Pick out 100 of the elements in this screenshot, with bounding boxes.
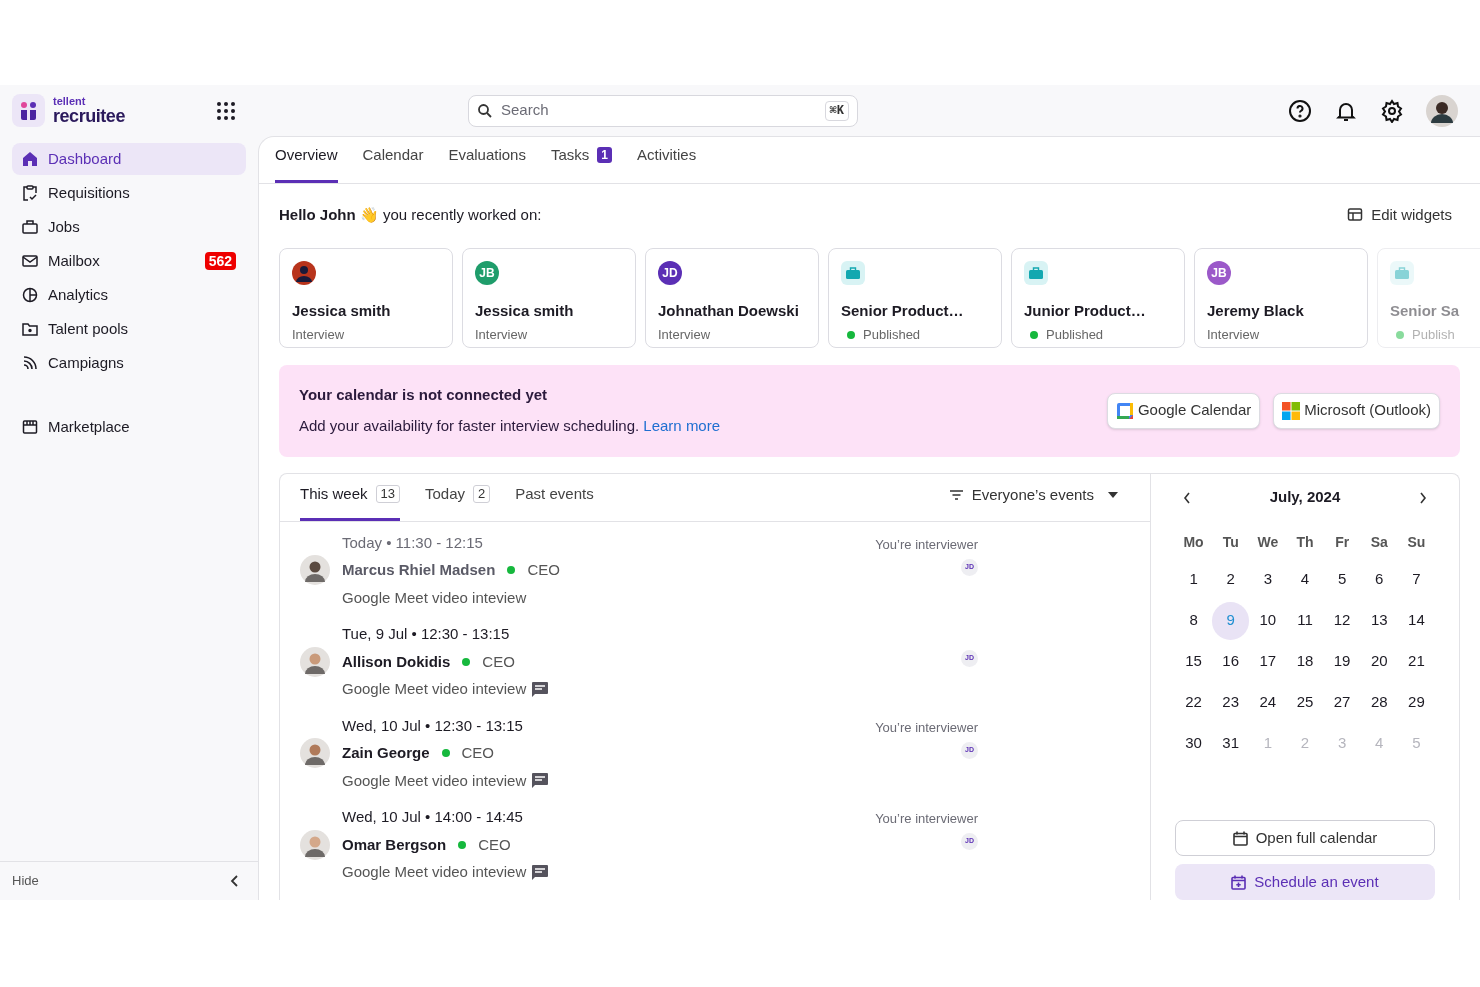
learn-more-link[interactable]: Learn more xyxy=(643,416,721,434)
briefcase-icon xyxy=(1024,260,1048,285)
open-calendar-button[interactable]: Open full calendar xyxy=(1175,820,1435,856)
collapse-chevron-icon[interactable] xyxy=(230,874,240,887)
calendar-day[interactable]: 25 xyxy=(1286,683,1324,722)
calendar-day[interactable]: 11 xyxy=(1286,601,1324,640)
calendar-day[interactable]: 3 xyxy=(1249,560,1287,599)
calendar-day[interactable]: 13 xyxy=(1360,601,1398,640)
brand-tagline: tellent xyxy=(53,96,87,107)
calendar-day[interactable]: 17 xyxy=(1249,642,1287,681)
help-icon[interactable] xyxy=(1288,98,1312,123)
calendar-day[interactable]: 21 xyxy=(1397,642,1435,681)
logo-icon xyxy=(12,94,45,127)
next-month-icon[interactable] xyxy=(1419,491,1427,504)
calendar-day[interactable]: 12 xyxy=(1323,601,1361,640)
sidebar-item[interactable]: Talent pools xyxy=(12,313,246,345)
comment-icon[interactable] xyxy=(532,864,549,880)
card-subtitle: Publish xyxy=(1412,326,1455,344)
search-input[interactable]: Search xyxy=(501,99,817,122)
search-field[interactable]: Search ⌘K xyxy=(468,94,858,127)
sidebar-item[interactable]: Requisitions xyxy=(12,177,246,209)
card-subtitle: Interview xyxy=(292,326,345,344)
calendar-day[interactable]: 15 xyxy=(1175,642,1213,681)
recent-card[interactable]: JB Jeremy Black Interview xyxy=(1194,247,1368,348)
recent-card[interactable]: Senior Product… Published xyxy=(828,247,1002,348)
calendar-day[interactable]: 4 xyxy=(1286,560,1324,599)
pie-chart-icon xyxy=(22,287,38,303)
tab[interactable]: Today 2 xyxy=(425,483,491,521)
tab[interactable]: Past events xyxy=(515,483,594,521)
calendar-day[interactable]: 2 xyxy=(1212,560,1250,599)
weekday-label: We xyxy=(1256,532,1280,552)
sidebar-item[interactable]: Analytics xyxy=(12,279,246,311)
weekday-label: Sa xyxy=(1369,532,1389,552)
home-icon xyxy=(22,151,38,167)
candidate-name[interactable]: Marcus Rhiel Madsen xyxy=(342,559,496,582)
user-avatar[interactable] xyxy=(1426,94,1458,127)
recent-card[interactable]: JB Jessica smith Interview xyxy=(462,247,636,348)
recent-card[interactable]: Jessica smith Interview xyxy=(279,247,453,348)
four-squares-icon xyxy=(1282,401,1301,420)
widgets-icon xyxy=(1347,207,1364,224)
edit-widgets-button[interactable]: Edit widgets xyxy=(1347,204,1452,227)
calendar-day[interactable]: 16 xyxy=(1212,642,1250,681)
tab[interactable]: Calendar xyxy=(362,143,424,183)
mail-icon xyxy=(22,253,38,269)
candidate-name[interactable]: Omar Bergson xyxy=(342,833,447,856)
settings-icon[interactable] xyxy=(1380,98,1404,123)
comment-icon[interactable] xyxy=(532,773,549,789)
tab[interactable]: Overview xyxy=(275,143,338,183)
sidebar-item[interactable]: Mailbox 562 xyxy=(12,245,246,277)
candidate-name[interactable]: Allison Dokidis xyxy=(342,650,451,673)
tab[interactable]: Evaluations xyxy=(448,143,526,183)
tab[interactable]: Tasks 1 xyxy=(550,143,612,183)
calendar-day[interactable]: 20 xyxy=(1360,642,1398,681)
hide-sidebar-label[interactable]: Hide xyxy=(12,870,39,891)
weekday-label: Su xyxy=(1406,532,1427,552)
calendar-connect-button[interactable]: Google Calendar xyxy=(1106,392,1261,429)
calendar-day[interactable]: 19 xyxy=(1323,642,1361,681)
calendar-day[interactable]: 27 xyxy=(1323,683,1361,722)
avatar-figure xyxy=(300,738,330,769)
calendar-day[interactable]: 5 xyxy=(1323,560,1361,599)
calendar-day[interactable]: 30 xyxy=(1175,724,1213,763)
clipboard-check-icon xyxy=(22,185,38,201)
apps-grid-icon[interactable] xyxy=(216,100,236,121)
candidate-role: CEO xyxy=(527,560,560,580)
calendar-day[interactable]: 24 xyxy=(1249,683,1287,722)
recent-card[interactable]: Junior Product… Published xyxy=(1011,247,1185,348)
candidate-name[interactable]: Zain George xyxy=(342,742,430,765)
count-badge: 562 xyxy=(204,252,236,270)
sidebar-item[interactable]: Jobs xyxy=(12,211,246,243)
calendar-day[interactable]: 29 xyxy=(1397,683,1435,722)
comment-icon[interactable] xyxy=(532,681,549,697)
event-time: Today • 11:30 - 12:15 xyxy=(342,532,484,553)
count-badge: 13 xyxy=(375,485,400,504)
tab[interactable]: Activities xyxy=(637,143,697,183)
sidebar-item[interactable]: Campiagns xyxy=(12,347,246,379)
card-title: Jeremy Black xyxy=(1207,300,1305,321)
events-filter-dropdown[interactable]: Everyone’s events xyxy=(948,484,1118,507)
interviewer-note: You’re interviewer xyxy=(875,535,978,552)
avatar-figure xyxy=(292,260,316,285)
calendar-connect-button[interactable]: Microsoft (Outlook) xyxy=(1273,392,1440,429)
calendar-day[interactable]: 10 xyxy=(1249,601,1287,640)
calendar-day[interactable]: 22 xyxy=(1175,683,1213,722)
calendar-day[interactable]: 6 xyxy=(1360,560,1398,599)
calendar-day[interactable]: 18 xyxy=(1286,642,1324,681)
calendar-day[interactable]: 7 xyxy=(1397,560,1435,599)
calendar-day[interactable]: 14 xyxy=(1397,601,1435,640)
calendar-day[interactable]: 8 xyxy=(1175,601,1213,640)
tab[interactable]: This week 13 xyxy=(300,483,400,521)
calendar-day[interactable]: 31 xyxy=(1212,724,1250,763)
calendar-day[interactable]: 1 xyxy=(1175,560,1213,599)
sidebar-item[interactable]: Dashboard xyxy=(12,143,246,175)
recent-card[interactable]: JD Johnathan Doewski Interview xyxy=(645,247,819,348)
event-description: Google Meet video inteview xyxy=(342,679,527,699)
schedule-event-button[interactable]: Schedule an event xyxy=(1175,864,1435,900)
search-icon xyxy=(477,102,493,119)
calendar-day[interactable]: 28 xyxy=(1360,683,1398,722)
calendar-day[interactable]: 23 xyxy=(1212,683,1250,722)
sidebar-item[interactable]: Marketplace xyxy=(12,411,246,443)
previous-month-icon[interactable] xyxy=(1183,491,1191,504)
card-title: Senior Sa xyxy=(1390,300,1461,321)
